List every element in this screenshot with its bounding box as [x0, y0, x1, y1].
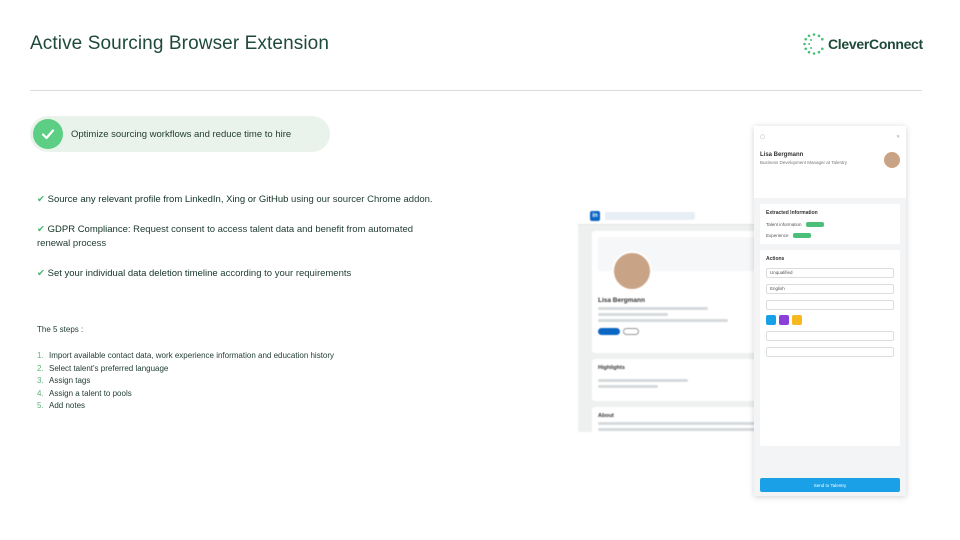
linkedin-icon: in — [590, 210, 600, 221]
step-text: Assign a talent to pools — [49, 388, 132, 398]
steps-list: 1. Import available contact data, work ex… — [37, 350, 334, 413]
pool-chip — [792, 315, 802, 325]
extracted-title: Extracted Information — [766, 210, 818, 216]
step-text: Select talent's preferred language — [49, 363, 169, 373]
feature-highlight: Source any relevant profile from LinkedI… — [47, 194, 289, 205]
highlights-heading: Highlights — [598, 365, 625, 371]
language-select: English — [766, 284, 894, 294]
feature-item: ✔ Source any relevant profile from Linke… — [37, 193, 437, 208]
page-title: Active Sourcing Browser Extension — [30, 33, 329, 54]
panel-topbar: ◯ ✕ — [760, 134, 900, 140]
check-icon — [33, 119, 63, 149]
checkmark-icon: ✔ — [37, 194, 45, 205]
feature-text: using our sourcer Chrome addon. — [288, 194, 433, 205]
pool-chip — [766, 315, 776, 325]
about-heading: About — [598, 413, 614, 419]
send-button: Send to Talentry — [760, 478, 900, 492]
panel-header: ◯ ✕ Lisa Bergmann Business Development M… — [754, 126, 906, 198]
highlight-pill: Optimize sourcing workflows and reduce t… — [30, 116, 330, 152]
highlight-text: Optimize sourcing workflows and reduce t… — [71, 128, 292, 140]
step-item: 1. Import available contact data, work ex… — [37, 350, 334, 363]
more-button — [623, 328, 639, 335]
highlights-card: Highlights — [592, 359, 764, 401]
step-number: 2. — [37, 363, 44, 373]
profile-headline — [598, 307, 708, 310]
feature-highlight: Set your individual data deletion timeli… — [47, 267, 218, 279]
message-button — [598, 328, 620, 335]
extracted-row: Experience — [766, 233, 894, 238]
panel-logo-icon: ◯ — [760, 134, 766, 139]
checkmark-icon: ✔ — [37, 223, 45, 235]
checkmark-icon: ✔ — [37, 267, 45, 279]
step-number: 5. — [37, 401, 44, 410]
step-item: 4. Assign a talent to pools — [37, 388, 334, 401]
actions-section: Actions Unqualified English — [760, 250, 900, 446]
pool-chip — [779, 315, 789, 325]
feature-text: according to your requirements — [217, 267, 352, 279]
panel-candidate-name: Lisa Bergmann — [760, 152, 804, 158]
status-badge — [805, 222, 824, 227]
feature-item: ✔ GDPR Compliance: Request consent to ac… — [37, 223, 437, 252]
status-badge — [792, 233, 811, 238]
header-divider — [30, 90, 922, 91]
step-text: Assign tags — [49, 376, 91, 385]
feature-item: ✔ Set your individual data deletion time… — [37, 267, 437, 282]
row-label: Talent information — [766, 222, 802, 227]
extension-panel: ◯ ✕ Lisa Bergmann Business Development M… — [754, 126, 906, 496]
row-label: Experience — [766, 233, 789, 238]
step-number: 1. — [37, 351, 44, 360]
step-number: 3. — [37, 376, 44, 385]
step-item: 3. Assign tags — [37, 375, 334, 388]
feature-list: ✔ Source any relevant profile from Linke… — [37, 193, 437, 296]
linkedin-search — [605, 211, 695, 220]
profile-location — [598, 313, 668, 316]
pool-chips — [766, 315, 894, 325]
status-select: Unqualified — [766, 268, 894, 278]
highlight-line — [598, 379, 688, 382]
linkedin-profile-screenshot: in Lisa Bergmann Highlights About — [578, 207, 778, 432]
panel-candidate-role: Business Development Manager at Talentry — [760, 160, 847, 165]
step-item: 5. Add notes — [37, 400, 334, 413]
actions-title: Actions — [766, 256, 785, 262]
close-icon: ✕ — [896, 134, 900, 139]
extracted-row: Talent information — [766, 222, 894, 227]
extracted-section: Extracted Information Talent information… — [760, 204, 900, 244]
logo-text: CleverConnect — [828, 36, 923, 52]
linkedin-topbar: in — [578, 207, 778, 225]
profile-name: Lisa Bergmann — [598, 297, 645, 304]
brand-logo: CleverConnect — [802, 32, 923, 56]
pool-select — [766, 300, 894, 310]
step-text: Add notes — [49, 401, 86, 410]
avatar — [884, 152, 900, 168]
step-item: 2. Select talent's preferred language — [37, 363, 334, 376]
profile-mutuals — [598, 319, 728, 322]
steps-title: The 5 steps : — [37, 325, 84, 334]
about-line — [598, 422, 758, 425]
tag-input — [766, 331, 894, 341]
note-input — [766, 347, 894, 357]
profile-card: Lisa Bergmann — [592, 231, 764, 353]
cleverconnect-logo-icon — [803, 33, 824, 55]
about-card: About — [592, 407, 764, 432]
profile-photo — [612, 251, 652, 291]
about-line — [598, 428, 758, 431]
highlight-line — [598, 385, 658, 388]
step-text: Import available contact data, work expe… — [49, 351, 335, 360]
feature-highlight: GDPR Compliance: — [47, 223, 131, 235]
step-number: 4. — [37, 388, 44, 398]
